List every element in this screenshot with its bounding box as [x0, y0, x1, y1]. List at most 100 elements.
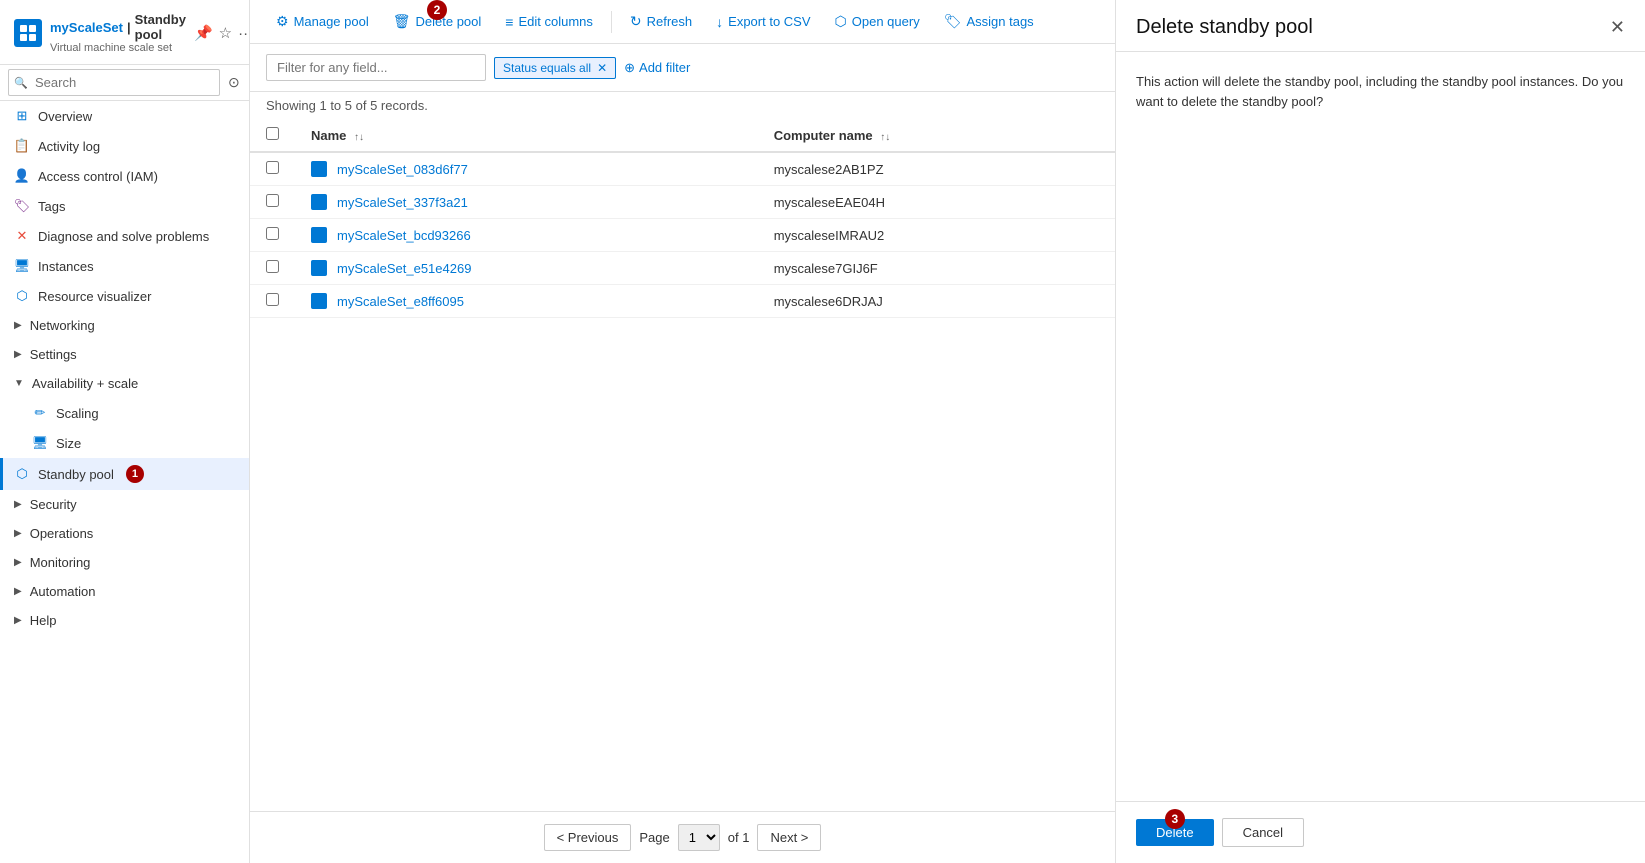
row-checkbox[interactable] [266, 293, 279, 306]
delete-pool-wrap: 🗑 Delete pool 2 [383, 8, 492, 35]
star-icon[interactable]: ☆ [219, 24, 232, 42]
filter-input[interactable] [266, 54, 486, 81]
previous-button[interactable]: < Previous [544, 824, 632, 851]
sidebar-item-scaling[interactable]: ✏ Scaling [0, 398, 249, 428]
access-control-icon: 👤 [14, 168, 30, 184]
instances-icon: 🖥 [14, 258, 30, 274]
sidebar-item-resource-visualizer[interactable]: ⬡ Resource visualizer [0, 281, 249, 311]
open-query-button[interactable]: ⬡ Open query [825, 8, 930, 35]
tags-icon: 🏷 [14, 198, 30, 214]
refresh-button[interactable]: ↻ Refresh [620, 8, 702, 35]
overview-icon: ⊞ [14, 108, 30, 124]
sidebar-item-security[interactable]: ▶ Security [0, 490, 249, 519]
sidebar-item-networking[interactable]: ▶ Networking [0, 311, 249, 340]
vm-icon [311, 260, 327, 276]
row-name-link[interactable]: myScaleSet_083d6f77 [311, 161, 742, 177]
sidebar-item-automation[interactable]: ▶ Automation [0, 577, 249, 606]
instances-table: Name ↑↓ Computer name ↑↓ myScaleSet_083d… [250, 119, 1115, 318]
row-checkbox-cell [250, 252, 295, 285]
table-body: myScaleSet_083d6f77 myscalese2AB1PZ mySc… [250, 152, 1115, 318]
name-column-label: Name [311, 128, 346, 143]
vm-icon [311, 194, 327, 210]
assign-tags-icon: 🏷 [944, 13, 962, 30]
sidebar-item-availability-scale[interactable]: ▼ Availability + scale [0, 369, 249, 398]
brand: myScaleSet | Standby pool Virtual machin… [14, 12, 235, 54]
sidebar-item-size[interactable]: 🖥 Size [0, 428, 249, 458]
row-checkbox[interactable] [266, 161, 279, 174]
edit-columns-icon: ≡ [505, 14, 513, 30]
sidebar-item-instances[interactable]: 🖥 Instances [0, 251, 249, 281]
export-csv-button[interactable]: ↓ Export to CSV [706, 9, 820, 35]
panel-close-button[interactable]: ✕ [1610, 17, 1625, 38]
sidebar: myScaleSet | Standby pool Virtual machin… [0, 0, 250, 863]
filter-bar: Status equals all ✕ ⊕ Add filter [250, 44, 1115, 92]
previous-label: < Previous [557, 830, 619, 845]
panel-header: Delete standby pool ✕ [1116, 0, 1645, 52]
add-filter-button[interactable]: ⊕ Add filter [624, 60, 690, 76]
search-input[interactable] [8, 69, 220, 96]
row-name-link[interactable]: myScaleSet_337f3a21 [311, 194, 742, 210]
chevron-right-icon: ▶ [14, 557, 22, 568]
records-info-text: Showing 1 to 5 of 5 records. [266, 98, 428, 113]
brand-page-title: Standby pool [135, 12, 186, 42]
row-computer-name-cell: myscalese7GIJ6F [758, 252, 1115, 285]
filter-tag-label: Status equals all [503, 61, 591, 75]
sidebar-item-access-control[interactable]: 👤 Access control (IAM) [0, 161, 249, 191]
sidebar-label: Instances [38, 259, 94, 274]
sidebar-label: Networking [30, 318, 95, 333]
table-row: myScaleSet_e51e4269 myscalese7GIJ6F [250, 252, 1115, 285]
row-name-cell: myScaleSet_083d6f77 [295, 152, 758, 186]
manage-pool-icon: ⚙ [276, 13, 289, 30]
sidebar-label: Monitoring [30, 555, 91, 570]
page-label: Page [639, 830, 669, 845]
sidebar-label: Activity log [38, 139, 100, 154]
sidebar-item-help[interactable]: ▶ Help [0, 606, 249, 635]
more-icon[interactable]: ··· [238, 25, 250, 42]
page-select[interactable]: 1 [678, 824, 720, 851]
sidebar-label: Settings [30, 347, 77, 362]
sidebar-item-tags[interactable]: 🏷 Tags [0, 191, 249, 221]
close-icon: ✕ [1610, 17, 1625, 37]
panel-title: Delete standby pool [1136, 16, 1313, 39]
filter-tag-close[interactable]: ✕ [597, 61, 607, 75]
panel-cancel-button[interactable]: Cancel [1222, 818, 1304, 847]
sidebar-label: Availability + scale [32, 376, 138, 391]
assign-tags-button[interactable]: 🏷 Assign tags [934, 8, 1044, 35]
sidebar-item-overview[interactable]: ⊞ Overview [0, 101, 249, 131]
sidebar-label: Diagnose and solve problems [38, 229, 209, 244]
activity-log-icon: 📋 [14, 138, 30, 154]
manage-pool-button[interactable]: ⚙ Manage pool [266, 8, 379, 35]
brand-actions: 📌 ☆ ··· [194, 24, 250, 42]
export-csv-icon: ↓ [716, 14, 723, 30]
sidebar-item-activity-log[interactable]: 📋 Activity log [0, 131, 249, 161]
row-checkbox[interactable] [266, 194, 279, 207]
row-checkbox-cell [250, 219, 295, 252]
row-name-link[interactable]: myScaleSet_e8ff6095 [311, 293, 742, 309]
select-all-checkbox[interactable] [266, 127, 279, 140]
row-name-cell: myScaleSet_e8ff6095 [295, 285, 758, 318]
brand-icon [14, 19, 42, 47]
next-button[interactable]: Next > [757, 824, 821, 851]
sidebar-item-operations[interactable]: ▶ Operations [0, 519, 249, 548]
next-label: Next > [770, 830, 808, 845]
sidebar-item-standby-pool[interactable]: ⬡ Standby pool 1 [0, 458, 249, 490]
of-label: of 1 [728, 830, 750, 845]
edit-columns-button[interactable]: ≡ Edit columns [495, 9, 603, 35]
nav: ⊞ Overview 📋 Activity log 👤 Access contr… [0, 101, 249, 635]
table-container: Name ↑↓ Computer name ↑↓ myScaleSet_083d… [250, 119, 1115, 811]
computer-name-column-header: Computer name ↑↓ [758, 119, 1115, 152]
row-name-link[interactable]: myScaleSet_bcd93266 [311, 227, 742, 243]
pin-icon[interactable]: 📌 [194, 24, 213, 42]
computer-name-sort-icon[interactable]: ↑↓ [880, 132, 890, 143]
add-filter-icon: ⊕ [624, 60, 635, 76]
row-name-link[interactable]: myScaleSet_e51e4269 [311, 260, 742, 276]
filter-tag: Status equals all ✕ [494, 57, 616, 79]
sidebar-item-diagnose[interactable]: ✕ Diagnose and solve problems [0, 221, 249, 251]
name-sort-icon[interactable]: ↑↓ [354, 132, 364, 143]
row-checkbox[interactable] [266, 227, 279, 240]
brand-title: myScaleSet [50, 20, 123, 35]
sidebar-item-settings[interactable]: ▶ Settings [0, 340, 249, 369]
search-filter-icon[interactable]: ⊙ [224, 70, 244, 95]
row-checkbox[interactable] [266, 260, 279, 273]
sidebar-item-monitoring[interactable]: ▶ Monitoring [0, 548, 249, 577]
